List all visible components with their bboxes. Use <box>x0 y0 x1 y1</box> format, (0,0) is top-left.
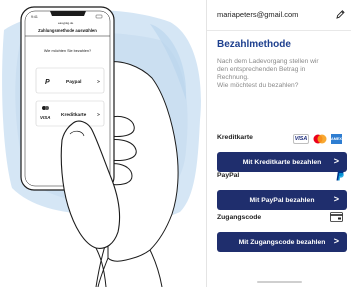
button-label: Mit PayPal bezahlen <box>249 196 315 204</box>
phone-url: easypkg.de <box>58 21 74 25</box>
pay-with-card-button[interactable]: Mit Kreditkarte bezahlen > <box>217 152 347 172</box>
phone-notch <box>50 11 86 16</box>
visa-icon: VISA <box>293 134 309 144</box>
payment-panel: mariapeters@gmail.com Bezahlmethode Nach… <box>206 0 351 287</box>
pencil-icon[interactable] <box>335 8 345 20</box>
payment-description: Nach dem Ladevorgang stellen wir den ent… <box>217 58 345 90</box>
pay-with-paypal-button[interactable]: Mit PayPal bezahlen > <box>217 190 347 210</box>
paypal-label: PayPal <box>217 172 240 179</box>
section-title: Bezahlmethode <box>217 39 291 50</box>
account-row: mariapeters@gmail.com <box>217 8 345 22</box>
phone-screen-title: Zahlungsmethode auswählen <box>38 28 97 33</box>
phone-time: 9:41 <box>31 15 38 19</box>
phone-chevron-icon-2: > <box>97 112 100 118</box>
phone-chevron-icon: > <box>97 79 100 85</box>
phone-question: Wie möchten Sie bezahlen? <box>44 49 91 53</box>
description-line: Wie möchtest du bezahlen? <box>217 82 299 89</box>
phone-option-label-paypal: Paypal <box>66 79 81 85</box>
phone-visa-icon: VISA <box>40 115 51 120</box>
button-label: Mit Zugangscode bezahlen <box>238 238 326 246</box>
access-code-label: Zugangscode <box>217 214 262 221</box>
access-card-icon <box>330 212 343 222</box>
description-line: den entsprechenden Betrag in <box>217 66 306 73</box>
account-email: mariapeters@gmail.com <box>217 10 299 19</box>
phone-option-label-card: Kreditkarte <box>61 112 87 118</box>
button-label: Mit Kreditkarte bezahlen <box>242 158 322 166</box>
credit-card-label: Kreditkarte <box>217 134 253 141</box>
pay-with-access-code-button[interactable]: Mit Zugangscode bezahlen > <box>217 232 347 252</box>
divider <box>207 30 351 31</box>
chevron-right-icon: > <box>333 156 339 166</box>
description-line: Rechnung. <box>217 74 249 81</box>
home-indicator <box>257 281 302 283</box>
chevron-right-icon: > <box>333 194 339 204</box>
hand-phone-illustration: 9:41 easypkg.de Zahlungsmethode auswähle… <box>2 6 201 287</box>
description-line: Nach dem Ladevorgang stellen wir <box>217 58 319 65</box>
amex-icon: AMEX <box>331 134 342 144</box>
chevron-right-icon: > <box>333 236 339 246</box>
paypal-icon <box>336 170 344 181</box>
mastercard-icon <box>313 134 327 144</box>
phone-paypal-icon: P <box>45 79 50 86</box>
